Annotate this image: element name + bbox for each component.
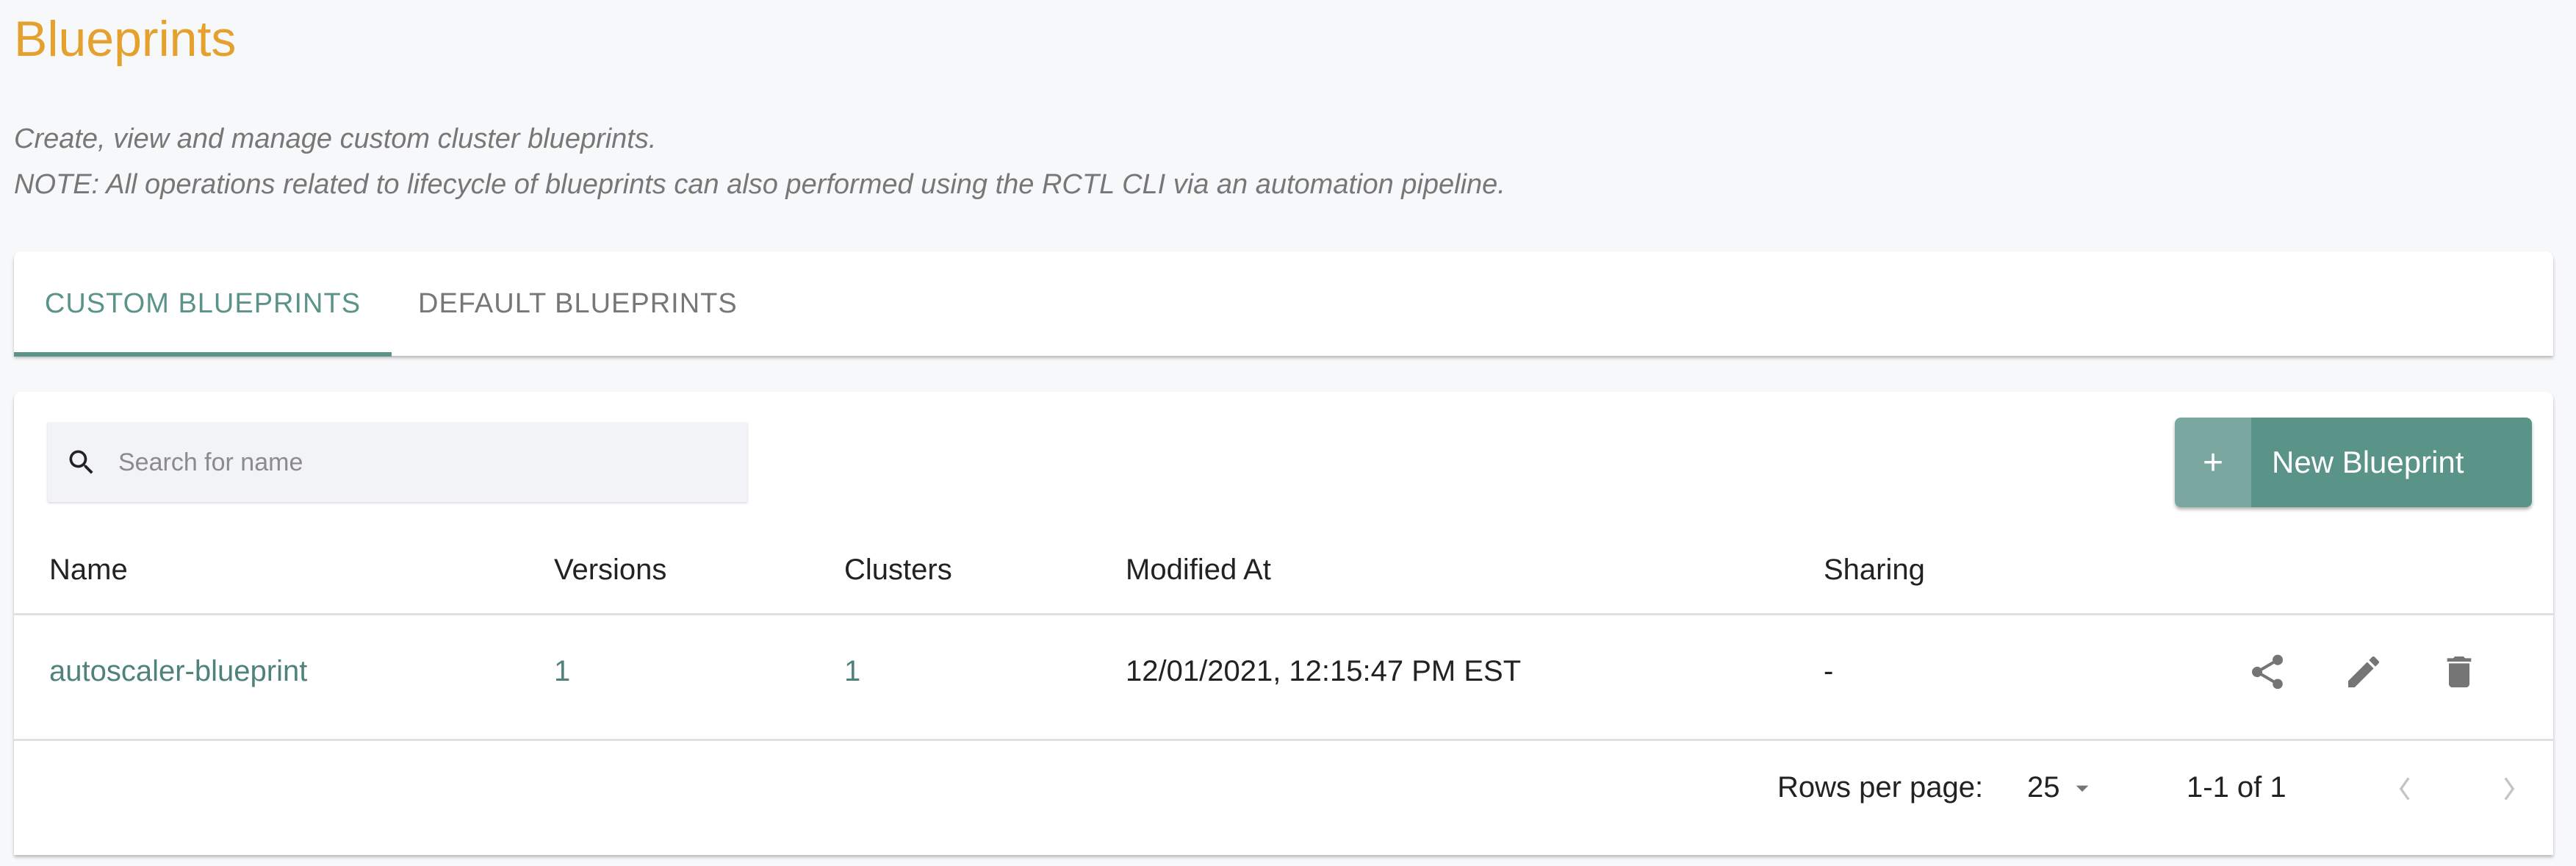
- column-header-clusters[interactable]: Clusters: [844, 554, 952, 587]
- blueprints-panel: + New Blueprint Name Versions Clusters M…: [14, 392, 2553, 855]
- tab-custom-blueprints[interactable]: CUSTOM BLUEPRINTS: [14, 251, 392, 356]
- search-input[interactable]: [117, 447, 708, 478]
- rows-per-page-label: Rows per page:: [1777, 771, 1984, 804]
- row-divider: [14, 739, 2553, 741]
- dropdown-arrow-icon: [2076, 785, 2088, 792]
- delete-icon[interactable]: [2439, 651, 2480, 693]
- new-blueprint-label: New Blueprint: [2251, 418, 2532, 507]
- column-header-name[interactable]: Name: [49, 554, 128, 587]
- versions-link[interactable]: 1: [554, 655, 570, 688]
- pagination-range: 1-1 of 1: [2187, 771, 2287, 804]
- header-divider: [14, 613, 2553, 615]
- rows-per-page-select[interactable]: 25: [2027, 771, 2097, 804]
- plus-icon: +: [2175, 418, 2251, 507]
- rows-per-page-value: 25: [2027, 771, 2060, 804]
- description-line-2: NOTE: All operations related to lifecycl…: [14, 169, 1505, 200]
- page-description: Create, view and manage custom cluster b…: [14, 116, 1505, 207]
- sharing-value: -: [1824, 655, 1834, 687]
- new-blueprint-button[interactable]: + New Blueprint: [2175, 418, 2532, 507]
- tab-default-blueprints[interactable]: DEFAULT BLUEPRINTS: [418, 251, 738, 356]
- active-tab-indicator: [14, 352, 392, 357]
- column-header-modified-at[interactable]: Modified At: [1126, 554, 1271, 587]
- previous-page-icon[interactable]: [2387, 768, 2424, 809]
- share-icon[interactable]: [2247, 651, 2288, 693]
- tab-bar: CUSTOM BLUEPRINTS DEFAULT BLUEPRINTS: [14, 251, 2553, 357]
- page-title: Blueprints: [14, 11, 237, 67]
- modified-at-value: 12/01/2021, 12:15:47 PM EST: [1126, 655, 1522, 687]
- next-page-icon[interactable]: [2490, 768, 2527, 809]
- clusters-link[interactable]: 1: [844, 655, 860, 688]
- search-box: [48, 423, 747, 502]
- search-icon: [69, 450, 93, 474]
- edit-icon[interactable]: [2343, 651, 2384, 693]
- blueprint-name-link[interactable]: autoscaler-blueprint: [49, 655, 307, 688]
- description-line-1: Create, view and manage custom cluster b…: [14, 124, 657, 154]
- column-header-versions[interactable]: Versions: [554, 554, 666, 587]
- column-header-sharing[interactable]: Sharing: [1824, 554, 1925, 587]
